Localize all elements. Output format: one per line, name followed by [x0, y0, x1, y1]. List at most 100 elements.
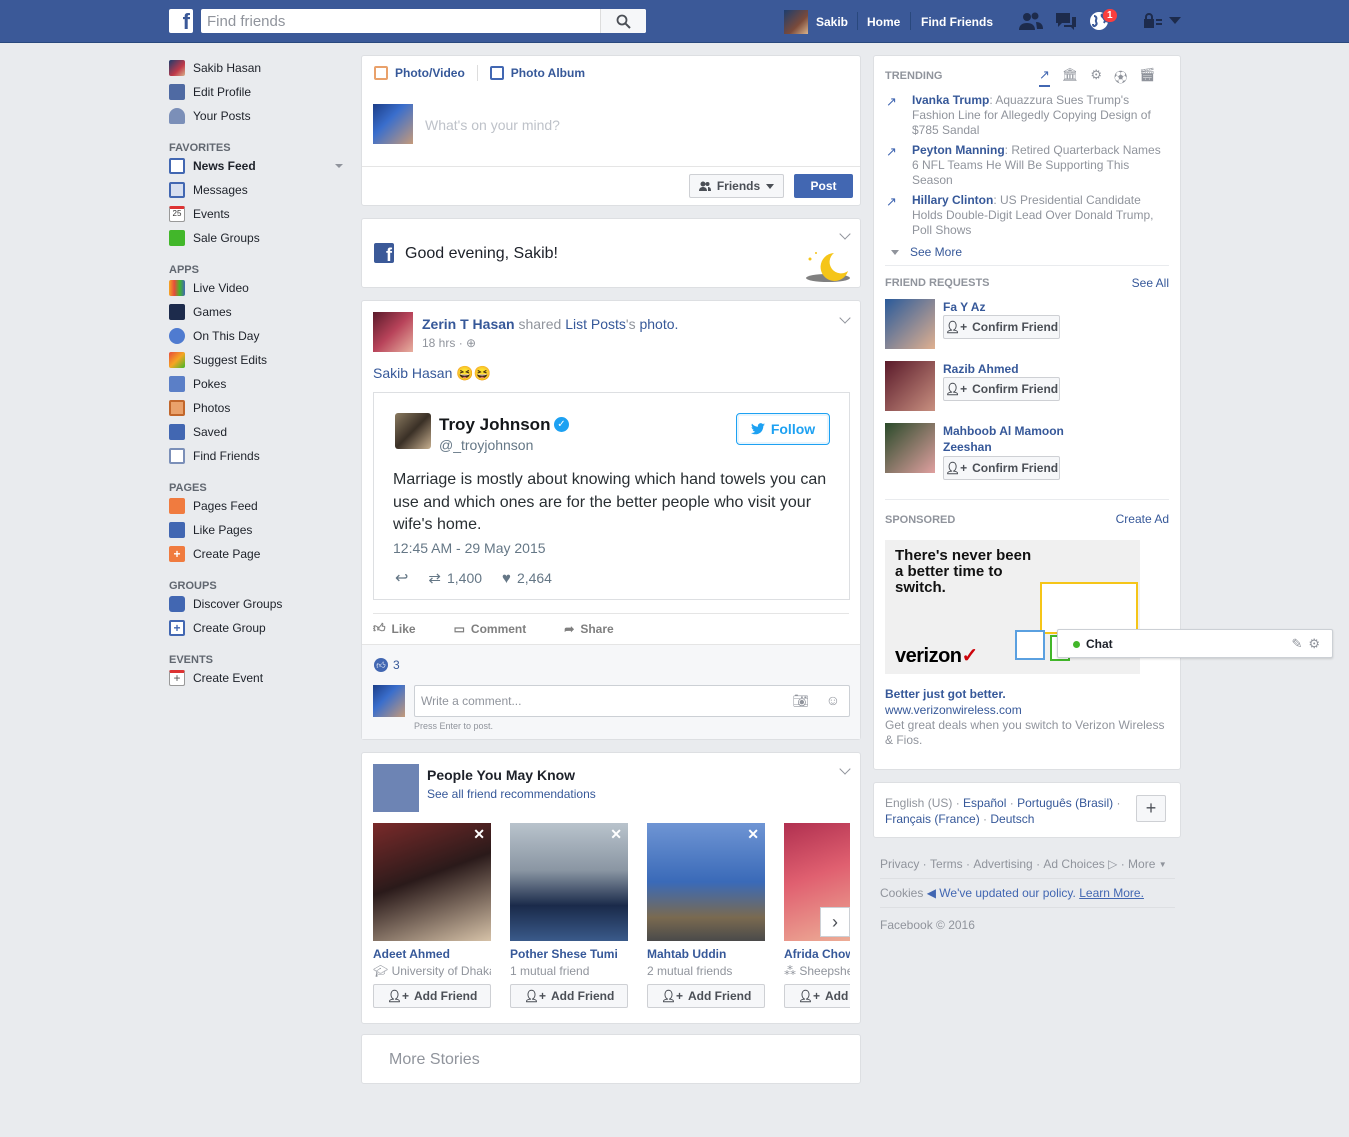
nav-item-events[interactable]: 25 Events: [169, 202, 349, 226]
like-button[interactable]: 👍︎ Like: [373, 621, 416, 636]
person-name[interactable]: Adeet Ahmed: [373, 947, 491, 961]
search-button[interactable]: [600, 9, 646, 33]
add-friend-button[interactable]: 👤︎+Add Friend: [784, 984, 850, 1008]
photo-link[interactable]: photo.: [639, 316, 678, 332]
chevron-down-icon[interactable]: [335, 164, 343, 168]
tweet-image[interactable]: Troy Johnson ✓ @_troyjohnson Follow Marr…: [373, 392, 850, 600]
audience-selector[interactable]: Friends: [689, 174, 784, 198]
author-name[interactable]: Zerin T Hasan: [422, 316, 515, 332]
confirm-friend-button[interactable]: 👤︎+ Confirm Friend: [943, 377, 1060, 401]
nav-item-suggest-edits[interactable]: Suggest Edits: [169, 348, 349, 372]
tab-photo-album[interactable]: Photo Album: [489, 65, 585, 81]
profile-link[interactable]: Sakib: [784, 0, 848, 43]
chevron-down-icon[interactable]: [839, 312, 851, 324]
add-friend-button[interactable]: 👤︎+Add Friend: [373, 984, 491, 1008]
nav-item-saved[interactable]: Saved: [169, 420, 349, 444]
language-link[interactable]: Deutsch: [990, 812, 1034, 826]
nav-item-messages[interactable]: Messages: [169, 178, 349, 202]
nav-item-like-pages[interactable]: Like Pages: [169, 518, 349, 542]
ad-title[interactable]: Better just got better.: [885, 687, 1006, 701]
trending-sports-icon[interactable]: ⚽︎: [1114, 67, 1127, 87]
nav-item-games[interactable]: Games: [169, 300, 349, 324]
requester-avatar[interactable]: [885, 361, 935, 411]
learn-more-link[interactable]: Learn More.: [1079, 886, 1144, 900]
ad-url[interactable]: www.verizonwireless.com: [885, 703, 1022, 717]
close-icon[interactable]: ✕: [473, 826, 485, 843]
find-friends-link[interactable]: Find Friends: [921, 0, 993, 43]
language-link[interactable]: Français (France): [885, 812, 980, 826]
compose-icon[interactable]: ✎: [1291, 636, 1302, 652]
source-link[interactable]: List Posts: [565, 316, 626, 332]
nav-item-on-this-day[interactable]: On This Day: [169, 324, 349, 348]
post-time[interactable]: 18 hrs: [422, 336, 455, 350]
nav-item-sale-groups[interactable]: Sale Groups: [169, 226, 349, 250]
nav-item-pokes[interactable]: Pokes: [169, 372, 349, 396]
gear-icon[interactable]: ⚙: [1308, 636, 1320, 652]
facebook-logo[interactable]: f: [169, 9, 193, 34]
next-arrow-icon[interactable]: ›: [820, 907, 850, 937]
trending-science-icon[interactable]: ⚙: [1090, 67, 1102, 87]
nav-item-create-event[interactable]: + Create Event: [169, 666, 349, 690]
create-ad-link[interactable]: Create Ad: [1116, 512, 1169, 526]
language-link[interactable]: Português (Brasil): [1017, 796, 1113, 810]
trending-entertainment-icon[interactable]: 🎬︎: [1139, 67, 1156, 87]
nav-item-find-friends[interactable]: Find Friends: [169, 444, 349, 468]
trending-item[interactable]: ↗ Peyton Manning: Retired Quarterback Nam…: [886, 143, 1166, 188]
status-input[interactable]: What's on your mind?: [425, 117, 560, 133]
person-photo[interactable]: ✕: [647, 823, 765, 941]
see-more-trending[interactable]: See More: [891, 245, 962, 259]
home-link[interactable]: Home: [867, 0, 900, 43]
post-button[interactable]: Post: [794, 174, 853, 198]
nav-item-live-video[interactable]: Live Video: [169, 276, 349, 300]
camera-icon[interactable]: 📷︎: [792, 693, 809, 709]
more-languages-button[interactable]: +: [1136, 795, 1166, 822]
requester-avatar[interactable]: [885, 423, 935, 473]
tab-photo-video[interactable]: Photo/Video: [374, 65, 465, 81]
requester-name[interactable]: Mahboob Al Mamoon Zeeshan: [943, 423, 1093, 455]
nav-item-photos[interactable]: Photos: [169, 396, 349, 420]
person-photo[interactable]: ✕: [373, 823, 491, 941]
confirm-friend-button[interactable]: 👤︎+ Confirm Friend: [943, 315, 1060, 339]
trending-item[interactable]: ↗ Hillary Clinton: US Presidential Candid…: [886, 193, 1166, 238]
mutual-friends[interactable]: 1 mutual friend: [510, 964, 628, 978]
confirm-friend-button[interactable]: 👤︎+ Confirm Friend: [943, 456, 1060, 480]
nav-item-pages-feed[interactable]: Pages Feed: [169, 494, 349, 518]
emoji-icon[interactable]: ☺: [826, 692, 840, 708]
requester-name[interactable]: Razib Ahmed: [943, 361, 1093, 377]
close-icon[interactable]: ✕: [747, 826, 759, 843]
account-menu-arrow-icon[interactable]: [1169, 17, 1181, 25]
friend-requests-icon[interactable]: [1019, 11, 1043, 31]
trending-top-icon[interactable]: ↗: [1039, 67, 1050, 87]
person-name[interactable]: Pother Shese Tumi: [510, 947, 628, 961]
nav-item-create-group[interactable]: + Create Group: [169, 616, 349, 640]
nav-item-edit-profile[interactable]: Edit Profile: [169, 80, 349, 104]
trending-politics-icon[interactable]: 🏛︎: [1062, 67, 1079, 87]
chevron-down-icon[interactable]: [839, 228, 851, 240]
share-button[interactable]: ➦ Share: [564, 622, 613, 636]
comment-input[interactable]: [415, 686, 775, 716]
mutual-friends[interactable]: 2 mutual friends: [647, 964, 765, 978]
privacy-lock-icon[interactable]: [1143, 13, 1163, 29]
like-summary[interactable]: 👍︎ 3: [374, 658, 400, 672]
nav-item-your-posts[interactable]: Your Posts: [169, 104, 349, 128]
footer-link-privacy[interactable]: Privacy: [880, 857, 919, 871]
close-icon[interactable]: ✕: [610, 826, 622, 843]
chat-bar[interactable]: Chat ✎ ⚙: [1057, 629, 1333, 658]
add-friend-button[interactable]: 👤︎+Add Friend: [510, 984, 628, 1008]
nav-item-create-page[interactable]: + Create Page: [169, 542, 349, 566]
nav-item-profile[interactable]: Sakib Hasan: [169, 56, 349, 80]
messages-icon[interactable]: [1054, 11, 1078, 31]
person-photo[interactable]: ✕: [510, 823, 628, 941]
search-input[interactable]: [201, 9, 599, 33]
requester-name[interactable]: Fa Y Az: [943, 299, 1093, 315]
person-name[interactable]: Afrida Chowdhury: [784, 947, 850, 961]
comment-button[interactable]: ▭ Comment: [454, 622, 527, 636]
footer-link-advertising[interactable]: Advertising: [973, 857, 1032, 871]
footer-link-cookies[interactable]: Cookies: [880, 886, 923, 900]
language-link[interactable]: Español: [963, 796, 1006, 810]
requester-avatar[interactable]: [885, 299, 935, 349]
footer-link-terms[interactable]: Terms: [930, 857, 963, 871]
nav-item-news-feed[interactable]: News Feed: [169, 154, 349, 178]
trending-item[interactable]: ↗ Ivanka Trump: Aquazzura Sues Trump's Fa…: [886, 93, 1166, 138]
add-friend-button[interactable]: 👤︎+Add Friend: [647, 984, 765, 1008]
